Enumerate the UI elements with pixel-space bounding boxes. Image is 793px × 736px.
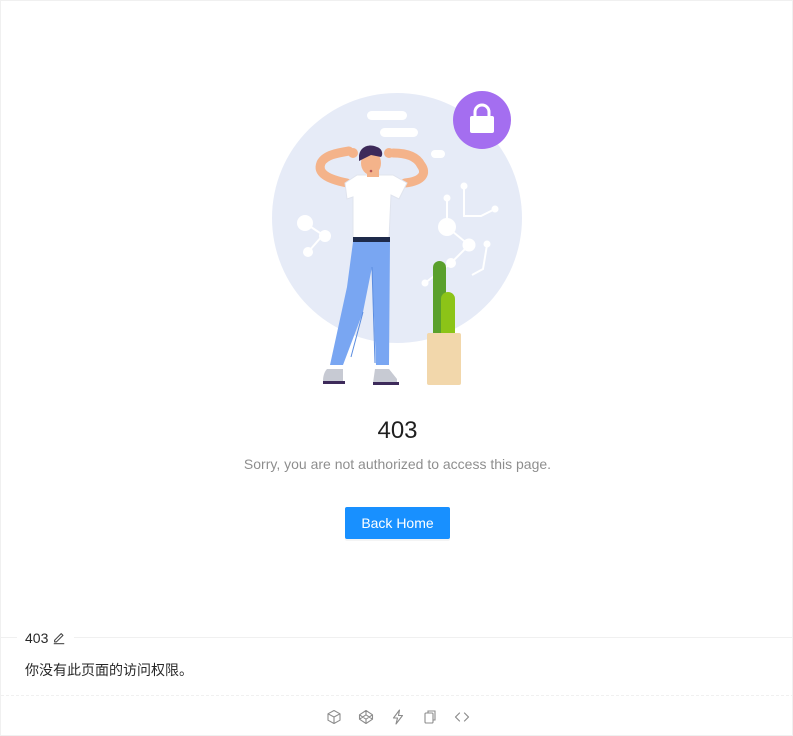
code-icon[interactable] — [454, 709, 470, 725]
edit-icon[interactable] — [52, 631, 66, 645]
code-box-actions — [1, 707, 793, 727]
copy-icon[interactable] — [422, 709, 438, 725]
code-box-divider — [1, 637, 793, 638]
result-subtitle: Sorry, you are not authorized to access … — [243, 456, 552, 472]
result-403: 403 Sorry, you are not authorized to acc… — [1, 1, 793, 637]
demo-description: 你没有此页面的访问权限。 — [25, 662, 193, 678]
codepen-icon[interactable] — [358, 709, 374, 725]
demo-title: 403 — [17, 628, 75, 648]
demo-card: 403 Sorry, you are not authorized to acc… — [0, 0, 793, 736]
codesandbox-icon[interactable] — [326, 709, 342, 725]
person-locked-out-illustration — [272, 91, 522, 385]
back-home-button[interactable]: Back Home — [345, 507, 450, 539]
lock-icon — [453, 91, 511, 149]
actions-divider — [1, 695, 793, 696]
demo-title-text: 403 — [25, 630, 49, 646]
result-title: 403 — [377, 417, 418, 444]
lightning-icon[interactable] — [390, 709, 406, 725]
